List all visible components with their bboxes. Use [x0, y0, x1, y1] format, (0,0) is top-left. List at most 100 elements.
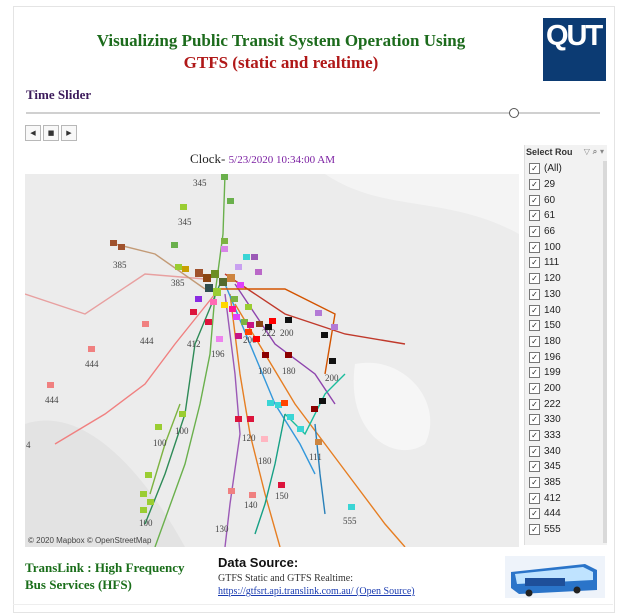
title-line-1: Visualizing Public Transit System Operat… — [96, 31, 466, 50]
svg-text:385: 385 — [113, 260, 127, 270]
checkbox-checked-icon[interactable]: ✓ — [529, 179, 540, 191]
checkbox-checked-icon[interactable]: ✓ — [529, 382, 540, 394]
route-filter-scrollbar[interactable] — [603, 161, 607, 543]
route-filter-label: 120 — [544, 273, 561, 285]
svg-text:412: 412 — [187, 339, 201, 349]
route-filter-title: Select Rou — [526, 147, 573, 157]
checkbox-checked-icon[interactable]: ✓ — [529, 226, 540, 238]
checkbox-checked-icon[interactable]: ✓ — [529, 273, 540, 285]
map-canvas: 345 345 385 385 444 444 444 412 196 200 … — [25, 174, 519, 547]
checkbox-checked-icon[interactable]: ✓ — [529, 288, 540, 300]
time-slider-thumb[interactable] — [508, 108, 519, 118]
checkbox-checked-icon[interactable]: ✓ — [529, 477, 540, 489]
route-filter-item[interactable]: ✓ 130 — [525, 287, 607, 303]
stop-button[interactable]: ■ — [43, 125, 59, 141]
svg-text:180: 180 — [258, 366, 272, 376]
route-filter-item[interactable]: ✓ 180 — [525, 334, 607, 350]
checkbox-checked-icon[interactable]: ✓ — [529, 163, 540, 175]
svg-text:444: 444 — [140, 336, 154, 346]
route-filter-item[interactable]: ✓ 111 — [525, 255, 607, 271]
route-filter-item[interactable]: ✓ 340 — [525, 443, 607, 459]
route-filter-item[interactable]: ✓ 100 — [525, 239, 607, 255]
checkbox-checked-icon[interactable]: ✓ — [529, 398, 540, 410]
checkbox-checked-icon[interactable]: ✓ — [529, 508, 540, 520]
route-filter-item[interactable]: ✓ 555 — [525, 522, 607, 538]
checkbox-checked-icon[interactable]: ✓ — [529, 430, 540, 442]
checkbox-checked-icon[interactable]: ✓ — [529, 257, 540, 269]
route-filter-label: 345 — [544, 461, 561, 473]
route-filter-label: 180 — [544, 335, 561, 347]
checkbox-checked-icon[interactable]: ✓ — [529, 445, 540, 457]
route-filter-label: 100 — [544, 241, 561, 253]
checkbox-checked-icon[interactable]: ✓ — [529, 351, 540, 363]
qut-logo: QUT — [543, 18, 606, 81]
checkbox-checked-icon[interactable]: ✓ — [529, 320, 540, 332]
time-slider-label: Time Slider — [26, 87, 92, 102]
route-filter-label: 444 — [544, 508, 561, 520]
route-filter-label: 66 — [544, 226, 556, 238]
route-filter-item[interactable]: ✓ (All) — [525, 161, 607, 177]
route-filter-item[interactable]: ✓ 29 — [525, 177, 607, 193]
svg-text:180: 180 — [282, 366, 296, 376]
route-filter-item[interactable]: ✓ 412 — [525, 490, 607, 506]
route-filter-item[interactable]: ✓ 196 — [525, 349, 607, 365]
svg-text:200: 200 — [280, 328, 294, 338]
translink-heading: TransLink : High Frequency Bus Services … — [25, 559, 185, 593]
route-filter-item[interactable]: ✓ 150 — [525, 318, 607, 334]
transit-map[interactable]: 345 345 385 385 444 444 444 412 196 200 … — [25, 174, 519, 547]
route-filter-label: 200 — [544, 382, 561, 394]
route-filter-label: 340 — [544, 445, 561, 457]
route-filter-item[interactable]: ✓ 61 — [525, 208, 607, 224]
route-filter-label: 385 — [544, 477, 561, 489]
route-filter-label: 150 — [544, 320, 561, 332]
translink-line-1: TransLink : High Frequency — [25, 560, 185, 575]
route-filter-label: 140 — [544, 304, 561, 316]
checkbox-checked-icon[interactable]: ✓ — [529, 461, 540, 473]
route-filter-item[interactable]: ✓ 345 — [525, 459, 607, 475]
svg-text:385: 385 — [171, 278, 185, 288]
svg-text:444: 444 — [85, 359, 99, 369]
route-filter-item[interactable]: ✓ 200 — [525, 381, 607, 397]
svg-text:111: 111 — [309, 452, 322, 462]
route-filter-item[interactable]: ✓ 66 — [525, 224, 607, 240]
route-filter-label: 222 — [544, 398, 561, 410]
page-title: Visualizing Public Transit System Operat… — [26, 30, 536, 74]
clock-display: Clock- 5/23/2020 10:34:00 AM — [190, 151, 335, 167]
svg-text:200: 200 — [325, 373, 339, 383]
route-filter-item[interactable]: ✓ 222 — [525, 396, 607, 412]
route-filter-item[interactable]: ✓ 385 — [525, 475, 607, 491]
checkbox-checked-icon[interactable]: ✓ — [529, 241, 540, 253]
route-filter-item[interactable]: ✓ 120 — [525, 271, 607, 287]
title-line-2: GTFS (static and realtime) — [183, 53, 379, 72]
svg-text:555: 555 — [343, 516, 357, 526]
svg-text:345: 345 — [193, 178, 207, 188]
checkbox-checked-icon[interactable]: ✓ — [529, 524, 540, 536]
checkbox-checked-icon[interactable]: ✓ — [529, 414, 540, 426]
route-filter-item[interactable]: ✓ 333 — [525, 428, 607, 444]
filter-options-icon[interactable]: ▽ ⌕ ▾ — [584, 147, 604, 157]
checkbox-checked-icon[interactable]: ✓ — [529, 210, 540, 222]
svg-text:100: 100 — [175, 426, 189, 436]
svg-text:100: 100 — [139, 518, 153, 528]
checkbox-checked-icon[interactable]: ✓ — [529, 367, 540, 379]
checkbox-checked-icon[interactable]: ✓ — [529, 492, 540, 504]
route-filter-item[interactable]: ✓ 330 — [525, 412, 607, 428]
route-filter-item[interactable]: ✓ 444 — [525, 506, 607, 522]
playback-controls: ◀ ■ ▶ — [25, 125, 79, 141]
route-filter-item[interactable]: ✓ 60 — [525, 192, 607, 208]
data-source-link[interactable]: https://gtfsrt.api.translink.com.au/ (Op… — [218, 586, 415, 597]
clock-value: 5/23/2020 10:34:00 AM — [228, 154, 335, 166]
route-filter-item[interactable]: ✓ 199 — [525, 365, 607, 381]
previous-button[interactable]: ◀ — [25, 125, 41, 141]
route-filter-item[interactable]: ✓ 140 — [525, 302, 607, 318]
route-filter-label: (All) — [544, 163, 562, 175]
map-attribution: © 2020 Mapbox © OpenStreetMap — [28, 536, 152, 545]
route-filter-label: 199 — [544, 367, 561, 379]
checkbox-checked-icon[interactable]: ✓ — [529, 194, 540, 206]
svg-text:345: 345 — [178, 217, 192, 227]
checkbox-checked-icon[interactable]: ✓ — [529, 335, 540, 347]
svg-text:140: 140 — [244, 500, 258, 510]
route-filter-list: ✓ (All) ✓ 29 ✓ 60 ✓ 61 ✓ 66 ✓ 100 ✓ 111 ✓ 120 ✓ 130 ✓ 140 ✓ 1… — [525, 161, 607, 538]
checkbox-checked-icon[interactable]: ✓ — [529, 304, 540, 316]
next-button[interactable]: ▶ — [61, 125, 77, 141]
